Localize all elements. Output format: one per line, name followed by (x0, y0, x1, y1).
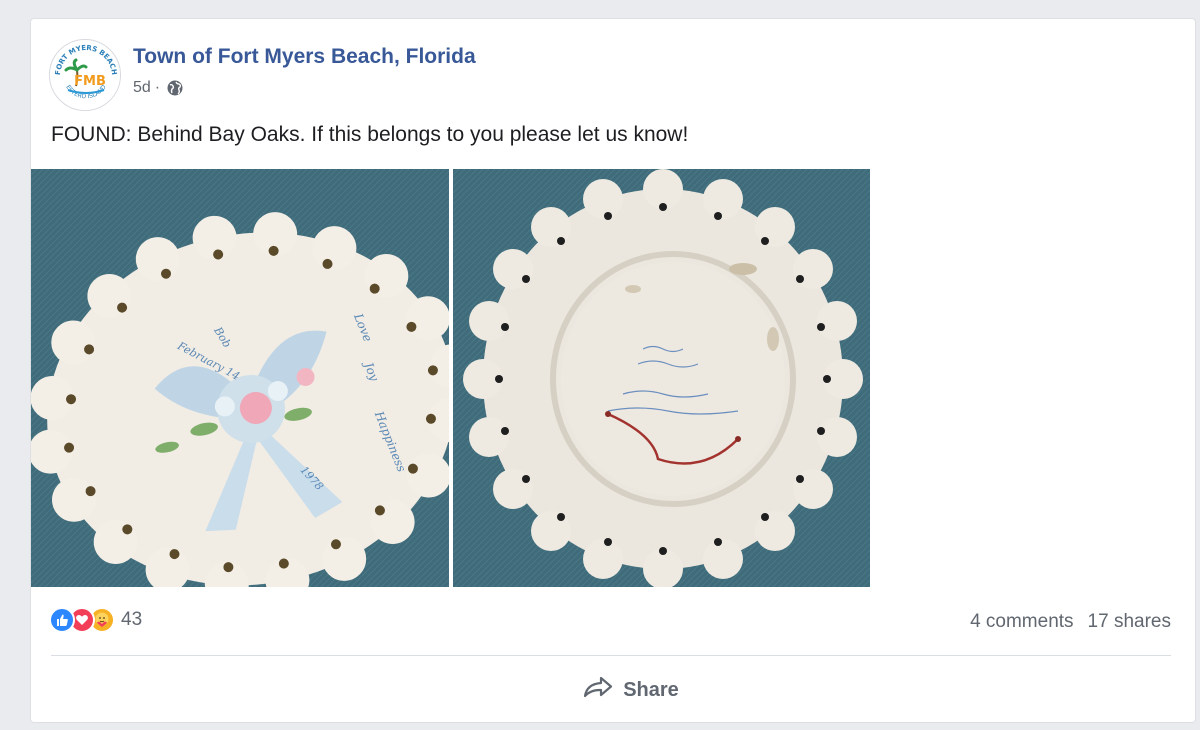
comments-count-link[interactable]: 4 comments (970, 611, 1073, 633)
page-avatar[interactable]: FORT MYERS BEACH ESTERO ISLAND FMB (49, 39, 121, 111)
post-card: FORT MYERS BEACH ESTERO ISLAND FMB Town … (30, 18, 1196, 723)
plate-front-photo[interactable]: February 14 Bob 1978 Love Joy Happiness (31, 169, 449, 587)
globe-icon[interactable] (166, 79, 184, 97)
fmb-logo: FORT MYERS BEACH ESTERO ISLAND FMB (52, 42, 120, 110)
share-button[interactable]: Share (571, 669, 691, 711)
post-text: FOUND: Behind Bay Oaks. If this belongs … (51, 123, 689, 146)
plate-back-photo[interactable] (453, 169, 870, 587)
reaction-count: 43 (121, 609, 143, 630)
reactions-summary[interactable]: 43 (49, 607, 142, 633)
share-label: Share (623, 678, 679, 701)
engagement-counts: 4 comments 17 shares (970, 611, 1171, 633)
logo-text: FMB (74, 74, 106, 89)
shares-count-link[interactable]: 17 shares (1088, 611, 1171, 633)
like-icon (49, 607, 75, 633)
post-timestamp[interactable]: 5d (133, 79, 151, 97)
meta-separator: · (154, 79, 161, 96)
page-name-link[interactable]: Town of Fort Myers Beach, Florida (133, 45, 476, 69)
share-icon (583, 675, 613, 705)
action-divider (51, 655, 1171, 656)
post-meta: 5d · (133, 79, 184, 97)
